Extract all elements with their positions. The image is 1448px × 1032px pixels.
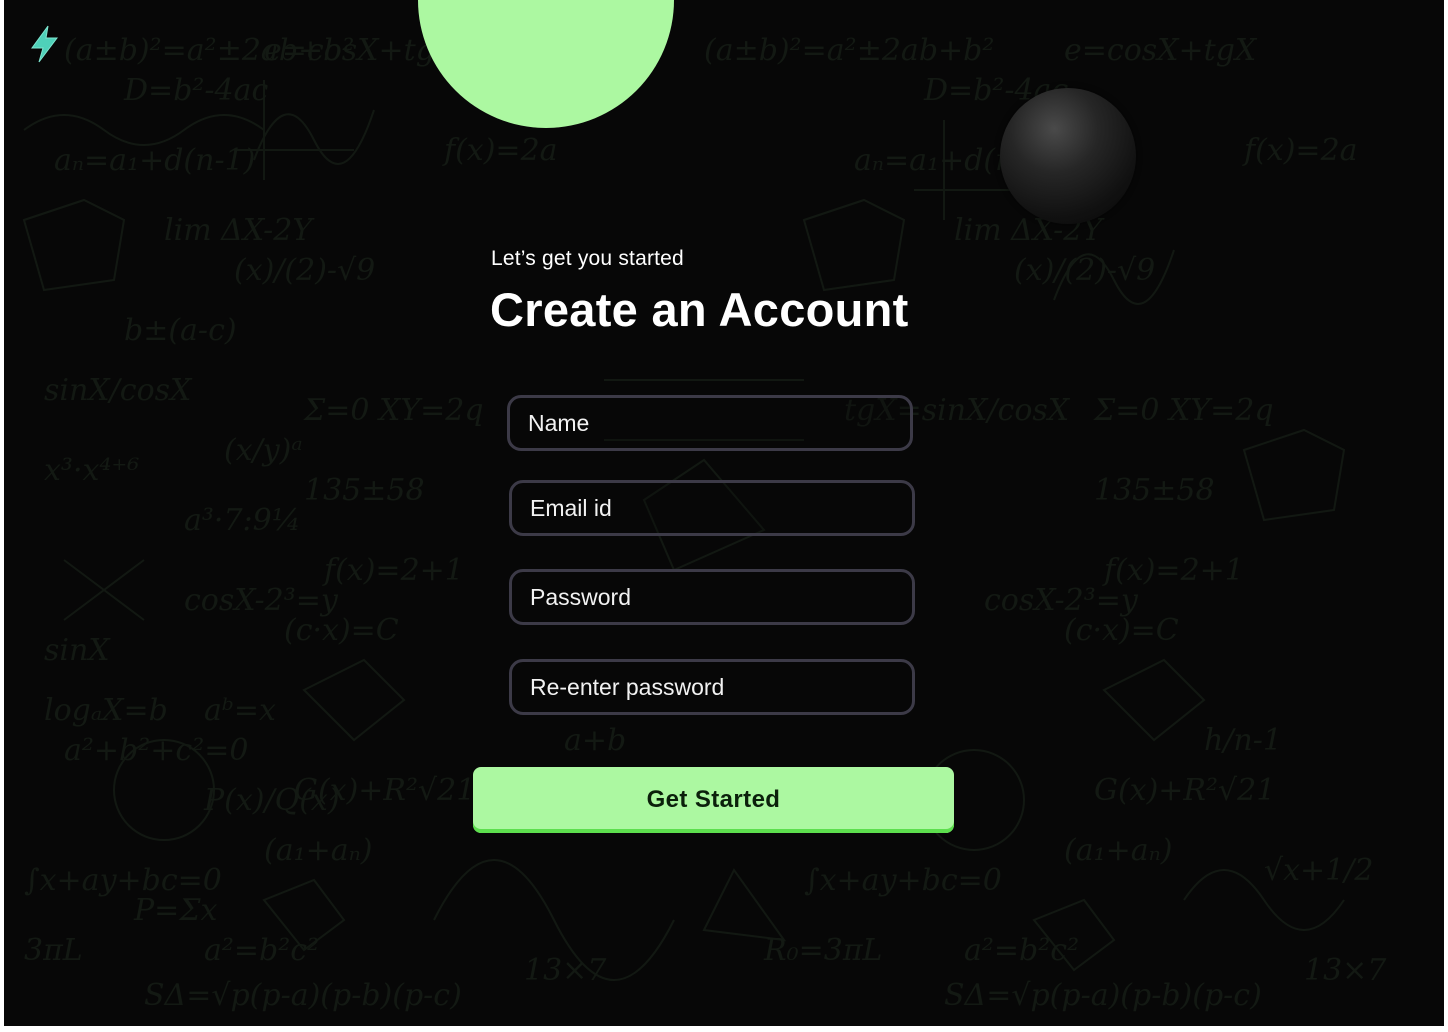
page-subtitle: Let’s get you started xyxy=(491,247,684,270)
svg-text:e=cosX+tgX: e=cosX+tgX xyxy=(1064,33,1258,68)
black-sphere-decoration xyxy=(1000,88,1136,224)
svg-text:SΔ=√p(p-a)(p-b)(p-c): SΔ=√p(p-a)(p-b)(p-c) xyxy=(944,978,1262,1013)
svg-text:(a₁+aₙ): (a₁+aₙ) xyxy=(264,833,373,868)
svg-text:sinX/cosX: sinX/cosX xyxy=(44,373,193,408)
svg-text:aₙ=a₁+d(n-1): aₙ=a₁+d(n-1) xyxy=(54,143,255,178)
svg-text:f(x)=2a: f(x)=2a xyxy=(1242,133,1358,168)
password-field xyxy=(509,569,915,625)
svg-text:P=Σx: P=Σx xyxy=(133,893,218,928)
svg-text:a+b: a+b xyxy=(564,723,626,758)
svg-text:13×7: 13×7 xyxy=(524,953,607,988)
password-input[interactable] xyxy=(512,572,912,622)
svg-text:logₐX=b: logₐX=b xyxy=(44,693,168,728)
svg-text:x³·x⁴⁺⁶: x³·x⁴⁺⁶ xyxy=(44,453,139,488)
svg-text:SΔ=√p(p-a)(p-b)(p-c): SΔ=√p(p-a)(p-b)(p-c) xyxy=(144,978,462,1013)
svg-text:(x)/(2)-√9: (x)/(2)-√9 xyxy=(234,253,375,288)
svg-text:b±(a-c): b±(a-c) xyxy=(124,313,237,348)
signup-screen: (a±b)²=a²±2ab+b² e=cosX+tgX (a±b)²=a²±2a… xyxy=(4,0,1444,1026)
svg-text:a²=b²c²: a²=b²c² xyxy=(964,933,1079,968)
svg-text:G(x)+R²√21: G(x)+R²√21 xyxy=(294,773,475,808)
svg-text:f(x)=2a: f(x)=2a xyxy=(442,133,558,168)
svg-text:a²+b²+c²=0: a²+b²+c²=0 xyxy=(64,733,248,768)
page-title: Create an Account xyxy=(490,283,909,336)
svg-text:lim ΔX-2Y: lim ΔX-2Y xyxy=(164,213,315,248)
svg-text:R₀=3πL: R₀=3πL xyxy=(763,933,882,968)
svg-text:135±58: 135±58 xyxy=(1094,473,1215,508)
svg-text:(c·x)=C: (c·x)=C xyxy=(1064,613,1179,648)
reenter-password-input[interactable] xyxy=(512,662,912,712)
svg-text:(x)/(2)-√9: (x)/(2)-√9 xyxy=(1014,253,1155,288)
svg-text:Σ=0 XY=2q: Σ=0 XY=2q xyxy=(1093,393,1274,428)
svg-text:(x/y)ᵃ: (x/y)ᵃ xyxy=(224,433,303,468)
lightning-bolt-icon[interactable] xyxy=(28,24,62,64)
email-input[interactable] xyxy=(512,483,912,533)
reenter-password-field xyxy=(509,659,915,715)
name-input[interactable] xyxy=(510,398,910,448)
svg-text:aᵇ=x: aᵇ=x xyxy=(204,693,276,728)
svg-text:h/n-1: h/n-1 xyxy=(1204,723,1282,758)
svg-text:(a₁+aₙ): (a₁+aₙ) xyxy=(1064,833,1173,868)
name-field xyxy=(507,395,913,451)
svg-text:∫x+ay+bc=0: ∫x+ay+bc=0 xyxy=(804,863,1002,898)
svg-text:D=b²-4ac: D=b²-4ac xyxy=(123,73,269,108)
svg-text:√x+1/2: √x+1/2 xyxy=(1264,853,1373,888)
svg-text:(a±b)²=a²±2ab+b²: (a±b)²=a²±2ab+b² xyxy=(704,33,994,68)
svg-text:f(x)=2+1: f(x)=2+1 xyxy=(322,553,464,588)
svg-text:135±58: 135±58 xyxy=(304,473,425,508)
get-started-button[interactable]: Get Started xyxy=(473,767,954,833)
svg-text:3πL: 3πL xyxy=(24,933,83,968)
svg-text:a²=b²c²: a²=b²c² xyxy=(204,933,319,968)
svg-text:13×7: 13×7 xyxy=(1304,953,1387,988)
email-field xyxy=(509,480,915,536)
svg-text:a³·7:9¼: a³·7:9¼ xyxy=(184,503,301,538)
svg-text:sinX: sinX xyxy=(44,633,111,668)
svg-text:(c·x)=C: (c·x)=C xyxy=(284,613,399,648)
svg-text:G(x)+R²√21: G(x)+R²√21 xyxy=(1094,773,1275,808)
svg-text:Σ=0 XY=2q: Σ=0 XY=2q xyxy=(303,393,484,428)
